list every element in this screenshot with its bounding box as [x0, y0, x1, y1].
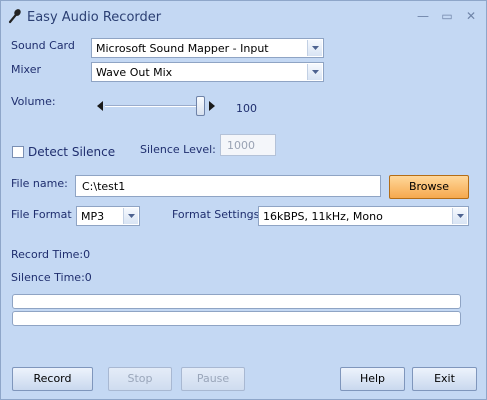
- silence-time-status: Silence Time:0: [11, 271, 92, 284]
- chevron-down-icon[interactable]: [307, 40, 322, 56]
- stop-button[interactable]: Stop: [108, 367, 172, 391]
- format-settings-label: Format Settings: [172, 208, 260, 221]
- record-button[interactable]: Record: [12, 367, 93, 391]
- pause-button[interactable]: Pause: [181, 367, 245, 391]
- chevron-down-icon[interactable]: [452, 208, 467, 224]
- sound-card-label: Sound Card: [11, 39, 75, 52]
- volume-slider-thumb[interactable]: [196, 96, 205, 116]
- mixer-value: Wave Out Mix: [96, 66, 173, 79]
- window-title: Easy Audio Recorder: [27, 10, 162, 25]
- app-window: Easy Audio Recorder — ▭ ✕ Sound Card Mic…: [0, 0, 487, 400]
- exit-button[interactable]: Exit: [412, 367, 477, 391]
- silence-level-label: Silence Level:: [140, 143, 216, 156]
- detect-silence-label[interactable]: Detect Silence: [28, 145, 115, 159]
- slider-left-arrow-icon[interactable]: [97, 101, 103, 111]
- sound-card-select[interactable]: Microsoft Sound Mapper - Input: [91, 38, 324, 58]
- mixer-select[interactable]: Wave Out Mix: [91, 62, 324, 82]
- chevron-down-icon[interactable]: [307, 64, 322, 80]
- file-format-value: MP3: [81, 210, 105, 223]
- record-progress-bar: [12, 294, 461, 309]
- record-time-status: Record Time:0: [11, 248, 91, 261]
- close-button[interactable]: ✕: [461, 7, 481, 25]
- file-name-input[interactable]: [76, 176, 380, 196]
- title-bar[interactable]: Easy Audio Recorder — ▭ ✕: [1, 1, 486, 32]
- volume-label: Volume:: [11, 95, 56, 108]
- file-name-field[interactable]: [75, 175, 381, 197]
- browse-button[interactable]: Browse: [389, 175, 469, 199]
- file-format-select[interactable]: MP3: [76, 206, 140, 226]
- volume-value: 100: [236, 102, 257, 115]
- volume-slider-track[interactable]: [105, 105, 205, 107]
- detect-silence-checkbox[interactable]: [12, 146, 24, 158]
- chevron-down-icon[interactable]: [123, 208, 138, 224]
- file-format-label: File Format: [11, 208, 72, 221]
- format-settings-value: 16kBPS, 11kHz, Mono: [263, 210, 383, 223]
- sound-card-value: Microsoft Sound Mapper - Input: [96, 42, 269, 55]
- microphone-icon: [7, 8, 23, 24]
- format-settings-select[interactable]: 16kBPS, 11kHz, Mono: [258, 206, 469, 226]
- silence-level-input[interactable]: [221, 135, 275, 155]
- silence-level-field[interactable]: [220, 134, 276, 156]
- mixer-label: Mixer: [11, 63, 42, 76]
- maximize-button[interactable]: ▭: [437, 7, 457, 25]
- silence-progress-bar: [12, 311, 461, 326]
- minimize-button[interactable]: —: [413, 7, 433, 25]
- help-button[interactable]: Help: [340, 367, 405, 391]
- slider-right-arrow-icon[interactable]: [209, 101, 215, 111]
- file-name-label: File name:: [11, 177, 68, 190]
